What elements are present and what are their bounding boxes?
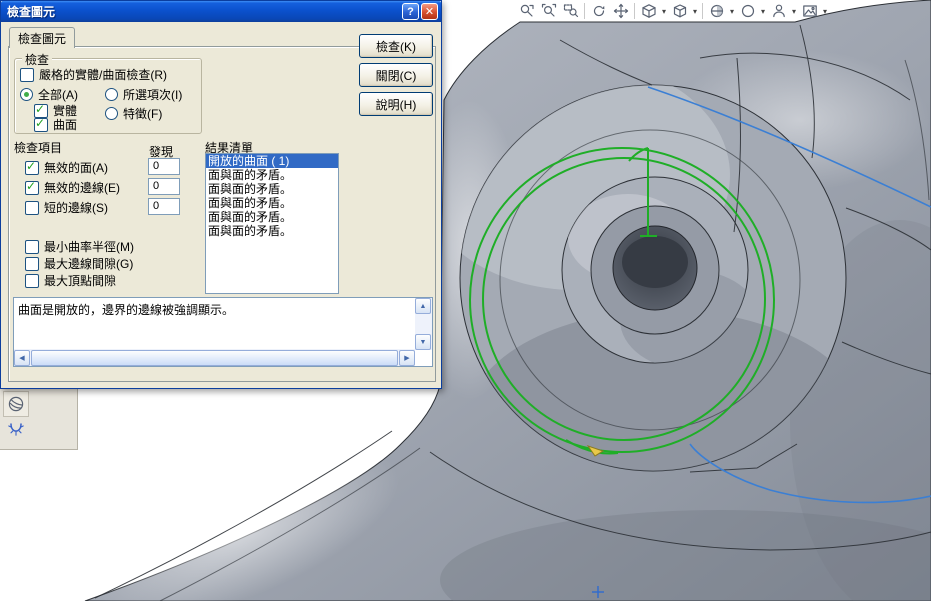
help-button[interactable]: 說明(H) [359,92,433,116]
dropdown-arrow-icon[interactable]: ▾ [759,7,767,16]
tab-check-entity[interactable]: 檢查圖元 [9,27,76,48]
strict-check-checkbox[interactable] [20,67,34,82]
surfaces-checkbox[interactable] [34,116,48,132]
message-text: 曲面是開放的，邊界的邊線被強調顯示。 [18,303,235,317]
apply-scene-icon[interactable] [768,1,789,21]
invalid-edges-checkbox[interactable] [25,179,39,195]
max-vertex-gap-label: 最大頂點間隙 [44,274,117,288]
check-button[interactable]: 檢查(K) [359,34,433,58]
invalid-edges-label: 無效的邊線(E) [44,181,120,195]
zoom-fit-icon[interactable] [538,1,559,21]
invalid-faces-label: 無效的面(A) [44,161,108,175]
section-view-icon[interactable] [706,1,727,21]
selected-items-label: 所選項次(I) [123,88,183,102]
view-orientation-icon[interactable] [669,1,690,21]
scroll-down-icon[interactable]: ▼ [415,334,431,350]
dropdown-arrow-icon[interactable]: ▾ [660,7,668,16]
curvature-icon[interactable] [3,417,29,443]
rotate-view-icon[interactable] [588,1,609,21]
list-item[interactable]: 面與面的矛盾。 [206,168,338,182]
min-radius-checkbox[interactable] [25,239,39,254]
surfaces-label: 曲面 [53,118,78,132]
invalid-edges-count: 0 [148,178,180,195]
pan-view-icon[interactable] [610,1,631,21]
list-item-selected[interactable]: 開放的曲面 ( 1) [206,154,338,168]
appearance-icon[interactable] [737,1,758,21]
list-item[interactable]: 面與面的矛盾。 [206,210,338,224]
short-edges-checkbox[interactable] [25,200,39,215]
vertical-scrollbar[interactable]: ▲ ▼ [415,298,432,350]
horizontal-scrollbar[interactable]: ◀ ▶ [14,349,415,366]
zebra-stripes-icon[interactable] [3,391,29,417]
zoom-area-icon[interactable] [560,1,581,21]
help-icon[interactable]: ? [402,3,419,20]
tools-panel [0,388,78,450]
scroll-right-icon[interactable]: ▶ [399,349,415,366]
short-edges-count: 0 [148,198,180,215]
dialog-titlebar[interactable]: 檢查圖元 ? ✕ [1,1,441,22]
features-label: 特徵(F) [123,107,163,121]
max-edge-gap-checkbox[interactable] [25,256,39,271]
scroll-left-icon[interactable]: ◀ [14,349,30,366]
display-style-icon[interactable] [638,1,659,21]
max-vertex-gap-checkbox[interactable] [25,273,39,288]
zoom-previous-icon[interactable] [516,1,537,21]
view-toolbar: ▾ ▾ ▾ ▾ ▾ ▾ [516,0,829,22]
dropdown-arrow-icon[interactable]: ▾ [728,7,736,16]
min-radius-label: 最小曲率半徑(M) [44,240,134,254]
list-item[interactable]: 面與面的矛盾。 [206,224,338,238]
dialog-title: 檢查圖元 [7,5,56,19]
all-label: 全部(A) [38,88,78,102]
close-icon[interactable]: ✕ [421,3,438,20]
scroll-track[interactable] [415,314,432,334]
tab-label: 檢查圖元 [18,31,67,46]
message-box: 曲面是開放的，邊界的邊線被強調顯示。 ▲ ▼ ◀ ▶ [13,297,433,367]
max-edge-gap-label: 最大邊線間隙(G) [44,257,134,271]
selected-items-radio[interactable] [105,88,118,101]
invalid-faces-count: 0 [148,158,180,175]
dropdown-arrow-icon[interactable]: ▾ [691,7,699,16]
strict-check-label: 嚴格的實體/曲面檢查(R) [39,68,167,82]
dropdown-arrow-icon[interactable]: ▾ [821,7,829,16]
scroll-up-icon[interactable]: ▲ [415,298,431,314]
short-edges-label: 短的邊線(S) [44,201,108,215]
invalid-faces-checkbox[interactable] [25,159,39,175]
all-radio[interactable] [20,88,33,101]
result-listbox[interactable]: 開放的曲面 ( 1) 面與面的矛盾。 面與面的矛盾。 面與面的矛盾。 面與面的矛… [205,153,339,294]
list-item[interactable]: 面與面的矛盾。 [206,196,338,210]
features-radio[interactable] [105,107,118,120]
scrollbar-thumb[interactable] [31,349,398,366]
view-settings-icon[interactable] [799,1,820,21]
close-button[interactable]: 關閉(C) [359,63,433,87]
check-entity-dialog: 檢查圖元 ? ✕ 檢查圖元 檢查 嚴格的實體/曲面檢查(R) 全部(A) 所選項… [0,0,442,389]
list-item[interactable]: 面與面的矛盾。 [206,182,338,196]
dropdown-arrow-icon[interactable]: ▾ [790,7,798,16]
check-items-title: 檢查項目 [14,141,63,155]
